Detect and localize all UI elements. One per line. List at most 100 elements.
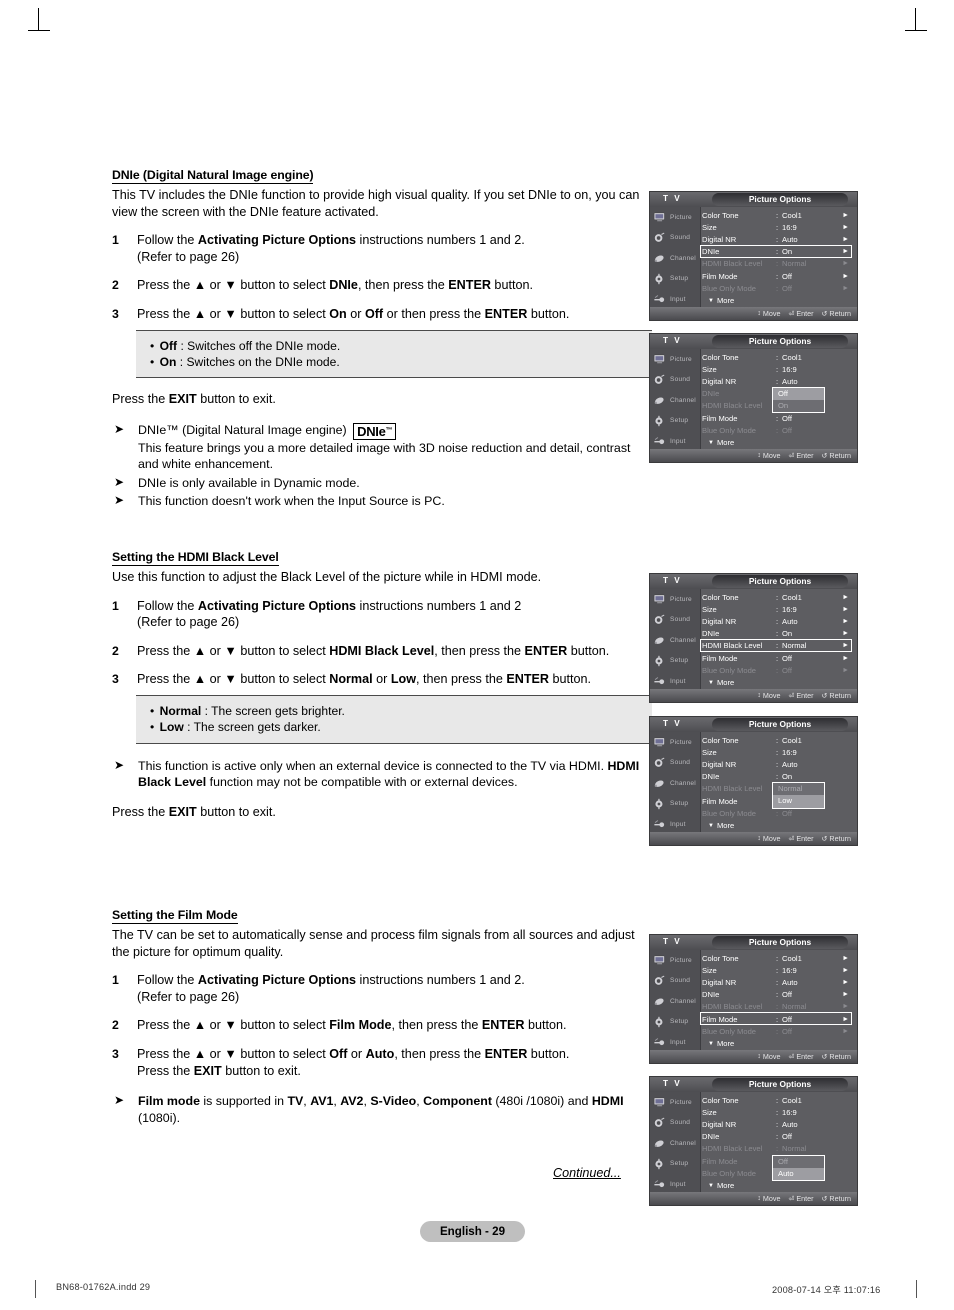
crop-mark-top-right-horizontal — [905, 30, 927, 31]
osd-row-label: Size — [702, 1107, 717, 1117]
osd-row-size[interactable]: Size:16:9 ► — [702, 964, 855, 976]
osd-row-blue-only-mode[interactable]: Blue Only Mode: Off ► — [702, 1025, 855, 1037]
osd-row-label: HDMI Black Level — [702, 401, 763, 411]
osd-sidebar-item-picture[interactable]: Picture — [650, 589, 700, 610]
osd-row-label: Size — [702, 965, 717, 975]
osd-sidebar-item-picture[interactable]: Picture — [650, 732, 700, 753]
osd-row-dnie[interactable]: DNIe: Off ► — [702, 989, 855, 1001]
osd-dropdown-option[interactable]: Off — [773, 388, 824, 401]
osd-row-label: Color Tone — [702, 352, 739, 362]
osd-row-blue-only-mode[interactable]: Blue Only Mode: Off — [702, 424, 855, 436]
step-item: 2 Press the ▲ or ▼ button to select Film … — [112, 1018, 567, 1033]
osd-row-size[interactable]: Size:16:9 — [702, 746, 855, 758]
osd-row-film-mode[interactable]: Film Mode: Off ► — [702, 652, 855, 664]
osd-row-label: DNIe — [702, 990, 720, 1000]
osd-sidebar: Picture Sound Channel Setup Input — [650, 732, 701, 832]
osd-row-blue-only-mode[interactable]: Blue Only Mode: Off — [702, 807, 855, 819]
osd-row-color-tone[interactable]: Color Tone: Cool1 — [702, 734, 855, 746]
osd-sidebar-item-channel[interactable]: Channel — [650, 390, 700, 411]
osd-sidebar-item-channel[interactable]: Channel — [650, 1133, 700, 1154]
osd-row-hdmi-black-level[interactable]: HDMI Black Level: Normal ► — [702, 1001, 855, 1013]
osd-dropdown-option[interactable]: Off — [773, 1155, 824, 1168]
osd-dropdown-option[interactable]: Normal — [773, 783, 824, 796]
osd-row-dnie[interactable]: DNIe: On — [702, 771, 855, 783]
osd-dropdown[interactable]: Normal Low — [772, 782, 825, 809]
osd-row-dnie[interactable]: DNIe: Off — [702, 1131, 855, 1143]
osd-sidebar-item-channel[interactable]: Channel — [650, 773, 700, 794]
osd-sidebar-label: Input — [670, 1038, 686, 1046]
osd-row-digital-nr[interactable]: Digital NR: Auto — [702, 758, 855, 770]
osd-row-label: Digital NR — [702, 234, 737, 244]
chevron-right-icon: ► — [842, 260, 849, 268]
osd-sidebar-item-channel[interactable]: Channel — [650, 630, 700, 651]
osd-row-color-tone[interactable]: Color Tone: Cool1 — [702, 351, 855, 363]
osd-more-row[interactable]: ▼ More — [702, 1179, 855, 1192]
osd-row-digital-nr[interactable]: Digital NR: Auto — [702, 1118, 855, 1130]
osd-row-color-tone[interactable]: Color Tone: Cool1 ► — [702, 209, 855, 221]
osd-more-row[interactable]: ▼ More — [702, 1037, 855, 1050]
osd-option-list: Color Tone: Cool1 ► Size:16:9 ► Digital NR: Au… — [700, 591, 855, 689]
osd-sidebar-item-picture[interactable]: Picture — [650, 349, 700, 370]
osd-sidebar-item-sound[interactable]: Sound — [650, 610, 700, 631]
osd-more-row[interactable]: ▼ More — [702, 819, 855, 832]
osd-row-label: HDMI Black Level — [702, 259, 763, 269]
osd-row-dnie[interactable]: DNIe: On ► — [702, 628, 855, 640]
osd-row-hdmi-black-level[interactable]: HDMI Black Level: Normal ► — [700, 639, 855, 652]
osd-sidebar-item-setup[interactable]: Setup — [650, 411, 700, 432]
osd-sidebar-item-setup[interactable]: Setup — [650, 269, 700, 290]
osd-row-size[interactable]: Size:16:9 — [702, 363, 855, 375]
osd-row-digital-nr[interactable]: Digital NR: Auto ► — [702, 615, 855, 627]
osd-footer-hint: ↺ Return — [821, 309, 851, 318]
osd-more-row[interactable]: ▼ More — [702, 294, 855, 307]
osd-dropdown-option[interactable]: Low — [773, 795, 824, 808]
osd-sidebar-item-setup[interactable]: Setup — [650, 794, 700, 815]
osd-dropdown-option[interactable]: On — [773, 400, 824, 413]
osd-row-film-mode[interactable]: Film Mode: Off — [702, 412, 855, 424]
osd-row-size[interactable]: Size:16:9 ► — [702, 221, 855, 233]
osd-footer-hint: ↕ Move — [757, 834, 781, 843]
osd-sidebar-item-sound[interactable]: Sound — [650, 228, 700, 249]
osd-sidebar-item-sound[interactable]: Sound — [650, 370, 700, 391]
osd-sidebar-item-channel[interactable]: Channel — [650, 991, 700, 1012]
osd-dropdown[interactable]: Off Auto — [772, 1154, 825, 1181]
osd-sidebar-item-sound[interactable]: Sound — [650, 753, 700, 774]
osd-row-color-tone[interactable]: Color Tone: Cool1 ► — [702, 952, 855, 964]
osd-row-digital-nr[interactable]: Digital NR: Auto ► — [702, 233, 855, 245]
osd-row-size[interactable]: Size:16:9 ► — [702, 603, 855, 615]
osd-row-label: Digital NR — [702, 977, 737, 987]
osd-row-film-mode[interactable]: Film Mode: Off ► — [702, 270, 855, 282]
osd-dropdown-option[interactable]: Auto — [773, 1167, 824, 1180]
chevron-down-icon: ▼ — [708, 1182, 714, 1189]
osd-sidebar-item-picture[interactable]: Picture — [650, 207, 700, 228]
osd-row-color-tone[interactable]: Color Tone: Cool1 — [702, 1094, 855, 1106]
osd-row-digital-nr[interactable]: Digital NR: Auto ► — [702, 976, 855, 988]
osd-sidebar-item-picture[interactable]: Picture — [650, 1092, 700, 1113]
osd-footer-hint: ⏎ Enter — [788, 1052, 814, 1061]
osd-sidebar-item-setup[interactable]: Setup — [650, 1154, 700, 1175]
osd-sidebar-item-channel[interactable]: Channel — [650, 248, 700, 269]
osd-row-hdmi-black-level[interactable]: HDMI Black Level: Normal — [702, 1143, 855, 1155]
osd-sidebar-item-picture[interactable]: Picture — [650, 950, 700, 971]
osd-sidebar-item-setup[interactable]: Setup — [650, 1012, 700, 1033]
osd-tv-label: T V — [663, 336, 682, 345]
osd-row-value: Off — [782, 1132, 792, 1142]
osd-dropdown[interactable]: Off On — [772, 387, 825, 414]
osd-row-color-tone[interactable]: Color Tone: Cool1 ► — [702, 591, 855, 603]
osd-more-row[interactable]: ▼ More — [702, 436, 855, 449]
osd-footer-hint: ↕ Move — [757, 309, 781, 318]
osd-row-blue-only-mode[interactable]: Blue Only Mode: Off ► — [702, 282, 855, 294]
osd-row-film-mode[interactable]: Film Mode: Off ► — [700, 1012, 855, 1026]
osd-row-digital-nr[interactable]: Digital NR: Auto — [702, 375, 855, 387]
step-item: 3 Press the ▲ or ▼ button to select Off o… — [112, 1046, 570, 1078]
osd-sidebar-item-setup[interactable]: Setup — [650, 651, 700, 672]
osd-sidebar-item-sound[interactable]: Sound — [650, 1113, 700, 1134]
osd-row-size[interactable]: Size:16:9 — [702, 1106, 855, 1118]
osd-row-dnie[interactable]: DNIe: On ► — [700, 245, 855, 258]
osd-more-row[interactable]: ▼ More — [702, 676, 855, 689]
osd-row-blue-only-mode[interactable]: Blue Only Mode: Off ► — [702, 664, 855, 676]
osd-sidebar-item-sound[interactable]: Sound — [650, 971, 700, 992]
arrow-bullet-icon: ➤ — [114, 1093, 125, 1108]
step-list: 1 Follow the Activating Picture Options i… — [112, 598, 652, 688]
osd-row-hdmi-black-level[interactable]: HDMI Black Level: Normal ► — [702, 258, 855, 270]
osd-footer-glyph-icon: ⏎ — [788, 1195, 795, 1203]
